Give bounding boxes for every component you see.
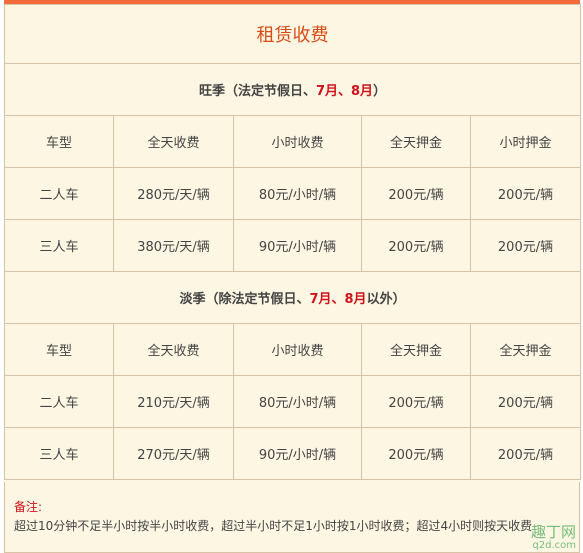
table-row: 三人车 270元/天/辆 90元/小时/辆 200元/辆 200元/辆: [4, 427, 582, 480]
table-cell: 200元/辆: [469, 427, 582, 480]
column-header: 全天押金: [361, 323, 471, 376]
table-cell: 200元/辆: [361, 427, 471, 480]
remarks-box: 备注: 超过10分钟不足半小时按半小时收费，超过半小时不足1小时按1小时收费；超…: [4, 482, 580, 553]
table-cell: 三人车: [4, 219, 114, 272]
column-header: 全天收费: [113, 323, 234, 376]
table-cell: 二人车: [4, 167, 114, 220]
off-suffix: 以外）: [366, 292, 406, 307]
off-header-row: 车型 全天收费 小时收费 全天押金 全天押金: [4, 323, 582, 376]
off-separator: 、: [331, 292, 345, 307]
column-header: 小时押金: [469, 115, 582, 168]
table-row: 二人车 280元/天/辆 80元/小时/辆 200元/辆 200元/辆: [4, 167, 582, 220]
table-cell: 200元/辆: [361, 167, 471, 220]
table-cell: 210元/天/辆: [113, 375, 234, 428]
table-cell: 80元/小时/辆: [233, 167, 362, 220]
peak-suffix: ）: [373, 84, 387, 99]
table-cell: 380元/天/辆: [113, 219, 234, 272]
column-header: 全天押金: [361, 115, 471, 168]
table-row: 二人车 210元/天/辆 80元/小时/辆 200元/辆 200元/辆: [4, 375, 582, 428]
off-prefix: 淡季（除法定节假日、: [179, 292, 310, 307]
table-cell: 90元/小时/辆: [233, 219, 362, 272]
column-header: 全天押金: [469, 323, 582, 376]
remarks-text: 超过10分钟不足半小时按半小时收费，超过半小时不足1小时按1小时收费；超过4小时…: [14, 519, 533, 533]
watermark-main: 趣丁网: [530, 523, 576, 541]
table-cell: 270元/天/辆: [113, 427, 234, 480]
table-cell: 80元/小时/辆: [233, 375, 362, 428]
table-cell: 200元/辆: [469, 375, 582, 428]
table-cell: 200元/辆: [361, 375, 471, 428]
column-header: 小时收费: [233, 323, 362, 376]
peak-header-row: 车型 全天收费 小时收费 全天押金 小时押金: [4, 115, 582, 168]
table-row: 三人车 380元/天/辆 90元/小时/辆 200元/辆 200元/辆: [4, 219, 582, 272]
table-cell: 200元/辆: [469, 219, 582, 272]
table-cell: 三人车: [4, 427, 114, 480]
off-month-august: 8月: [344, 292, 367, 307]
table-title: 租赁收费: [3, 4, 582, 64]
table-cell: 200元/辆: [469, 167, 582, 220]
watermark-url: q2d.com: [532, 540, 576, 551]
peak-month-august: 8月: [351, 84, 374, 99]
off-season-heading: 淡季（除法定节假日、7月、8月以外）: [3, 271, 582, 324]
site-watermark: 趣丁网 q2d.com: [530, 523, 576, 552]
table-cell: 二人车: [4, 375, 114, 428]
rental-fee-panel: 租赁收费 旺季（法定节假日、7月、8月） 车型 全天收费 小时收费 全天押金 小…: [3, 0, 582, 553]
peak-month-july: 7月: [315, 84, 338, 99]
table-cell: 200元/辆: [361, 219, 471, 272]
rental-fee-table: 租赁收费 旺季（法定节假日、7月、8月） 车型 全天收费 小时收费 全天押金 小…: [3, 4, 582, 480]
off-month-july: 7月: [309, 292, 332, 307]
column-header: 车型: [4, 115, 114, 168]
peak-separator: 、: [338, 84, 352, 99]
peak-season-heading: 旺季（法定节假日、7月、8月）: [3, 63, 582, 116]
remarks-label: 备注:: [14, 500, 43, 514]
table-cell: 280元/天/辆: [113, 167, 234, 220]
column-header: 全天收费: [113, 115, 234, 168]
table-cell: 90元/小时/辆: [233, 427, 362, 480]
peak-prefix: 旺季（法定节假日、: [198, 84, 316, 99]
column-header: 车型: [4, 323, 114, 376]
column-header: 小时收费: [233, 115, 362, 168]
